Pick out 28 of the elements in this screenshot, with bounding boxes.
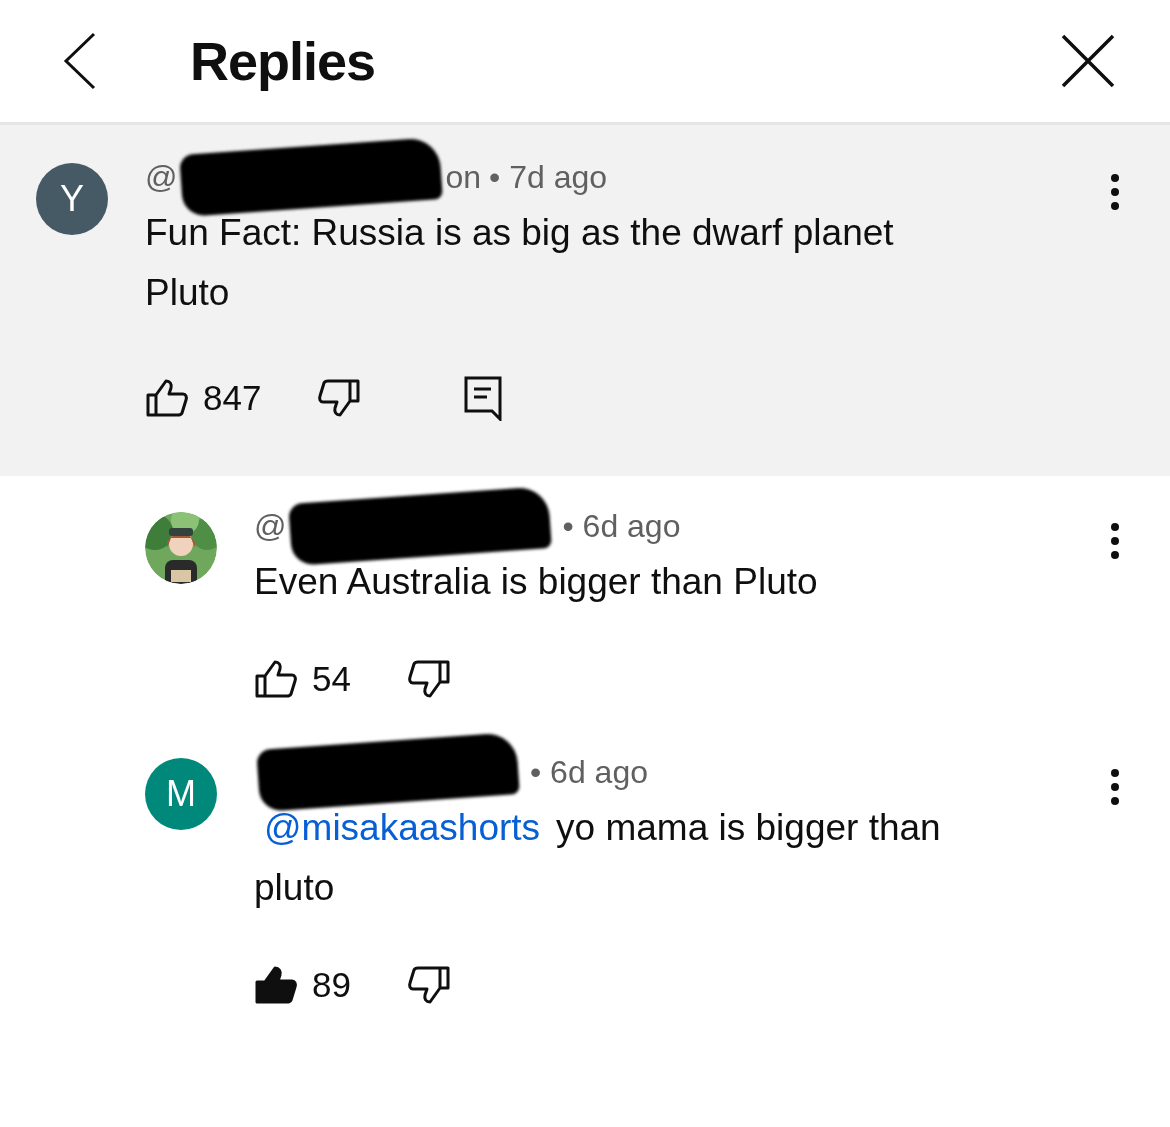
thumbs-down-icon[interactable]: [317, 377, 362, 419]
username[interactable]: @: [254, 507, 287, 545]
thumbs-down-icon[interactable]: [406, 964, 451, 1006]
comment-text: @misakaashorts yo mama is bigger than pluto: [254, 806, 942, 910]
back-icon[interactable]: [62, 31, 98, 91]
thumbs-up-icon[interactable]: [145, 377, 189, 419]
avatar[interactable]: M: [145, 758, 217, 830]
timestamp: • 6d ago: [530, 753, 648, 791]
avatar[interactable]: Y: [36, 163, 108, 235]
like-count: 847: [203, 378, 262, 418]
close-icon[interactable]: [1061, 34, 1115, 88]
more-options-icon[interactable]: [1110, 173, 1120, 211]
comment-text: Fun Fact: Russia is as big as the dwarf planet Pluto: [145, 211, 895, 315]
more-options-icon[interactable]: [1110, 768, 1120, 806]
username[interactable]: @: [145, 158, 178, 196]
comment-text: Even Australia is bigger than Pluto: [254, 560, 819, 604]
reply-icon[interactable]: [463, 375, 504, 421]
more-options-icon[interactable]: [1110, 522, 1120, 560]
page-title: Replies: [190, 30, 377, 92]
mention-link[interactable]: @misakaashorts: [264, 807, 541, 848]
thumbs-down-icon[interactable]: [406, 658, 451, 700]
timestamp: • 7d ago: [489, 158, 608, 196]
thumbs-up-icon[interactable]: [254, 658, 298, 700]
timestamp: • 6d ago: [562, 507, 681, 545]
like-count: 89: [312, 965, 351, 1005]
thumbs-up-filled-icon[interactable]: [254, 964, 298, 1006]
like-count: 54: [312, 659, 351, 699]
username[interactable]: on: [445, 158, 482, 196]
